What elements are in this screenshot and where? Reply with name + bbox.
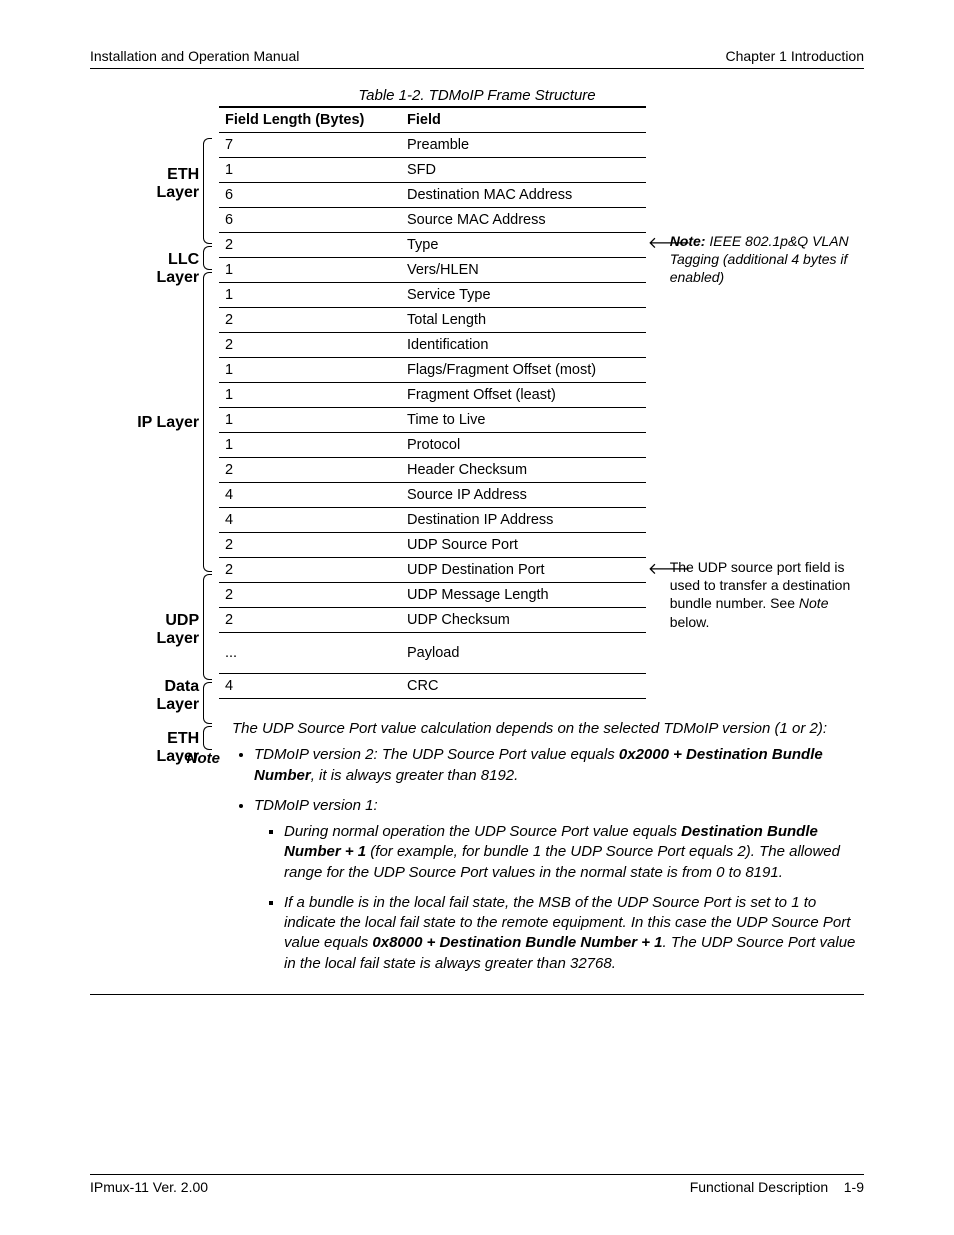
frame-table: Field Length (Bytes) Field 7Preamble 1SF… xyxy=(219,106,646,699)
footer-left: IPmux-11 Ver. 2.00 xyxy=(90,1179,208,1195)
brace-udp xyxy=(203,574,212,680)
frame-structure: ETH Layer LLC Layer IP Layer UDP Layer D… xyxy=(90,106,864,699)
table-row: ...Payload xyxy=(219,633,646,674)
col-header-field: Field xyxy=(401,107,646,133)
table-row: 7Preamble xyxy=(219,133,646,158)
table-row: 1Vers/HLEN xyxy=(219,258,646,283)
brace-llc xyxy=(203,246,212,270)
list-item: If a bundle is in the local fail state, … xyxy=(284,893,864,974)
header-right: Chapter 1 Introduction xyxy=(725,48,864,64)
udp-note-italic: Note xyxy=(799,595,829,611)
table-row: 6Destination MAC Address xyxy=(219,183,646,208)
brace-data xyxy=(203,682,212,724)
table-row: 2UDP Checksum xyxy=(219,608,646,633)
table-row: 1Service Type xyxy=(219,283,646,308)
page-footer: IPmux-11 Ver. 2.00 Functional Descriptio… xyxy=(90,1174,864,1195)
udp-note-tail: below. xyxy=(670,614,710,630)
table-row: 2Total Length xyxy=(219,308,646,333)
brace-ip xyxy=(203,272,212,572)
table-row: 4Source IP Address xyxy=(219,483,646,508)
table-row: 1Protocol xyxy=(219,433,646,458)
table-row: 2UDP Destination Port xyxy=(219,558,646,583)
arrow-left-icon: 🡐 xyxy=(648,234,691,255)
header-left: Installation and Operation Manual xyxy=(90,48,299,64)
layer-label-ip: IP Layer xyxy=(137,414,199,432)
table-row: 2UDP Message Length xyxy=(219,583,646,608)
table-row: 6Source MAC Address xyxy=(219,208,646,233)
layer-label-eth2: ETH Layer xyxy=(156,730,199,767)
note-block: Note The UDP Source Port value calculati… xyxy=(90,719,864,995)
layer-label-udp: UDP Layer xyxy=(156,612,199,649)
table-row: 4Destination IP Address xyxy=(219,508,646,533)
list-item: TDMoIP version 1: During normal operatio… xyxy=(254,796,864,974)
table-row: 1Fragment Offset (least) xyxy=(219,383,646,408)
brace-eth2 xyxy=(203,726,212,750)
col-header-length: Field Length (Bytes) xyxy=(219,107,401,133)
brace-eth xyxy=(203,138,212,244)
note-intro: The UDP Source Port value calculation de… xyxy=(232,719,864,739)
page: Installation and Operation Manual Chapte… xyxy=(0,0,954,1235)
table-row: 2Identification xyxy=(219,333,646,358)
arrow-left-icon: 🡐 xyxy=(648,560,691,581)
layer-label-eth: ETH Layer xyxy=(156,166,199,203)
table-row: 1SFD xyxy=(219,158,646,183)
table-row: 2Type xyxy=(219,233,646,258)
list-item: During normal operation the UDP Source P… xyxy=(284,822,864,883)
layer-label-llc: LLC Layer xyxy=(156,251,199,288)
layer-label-data: Data Layer xyxy=(156,678,199,715)
page-header: Installation and Operation Manual Chapte… xyxy=(90,48,864,69)
udp-annotation: 🡐 The UDP source port field is used to t… xyxy=(670,558,864,631)
table-row: 2Header Checksum xyxy=(219,458,646,483)
table-row: 2UDP Source Port xyxy=(219,533,646,558)
vlan-annotation: 🡐 Note: IEEE 802.1p&Q VLAN Tagging (addi… xyxy=(670,232,864,287)
footer-right: Functional Description 1-9 xyxy=(690,1179,864,1195)
table-row: 1Flags/Fragment Offset (most) xyxy=(219,358,646,383)
table-row: 4CRC xyxy=(219,674,646,699)
note-body: The UDP Source Port value calculation de… xyxy=(232,719,864,984)
table-row: 1Time to Live xyxy=(219,408,646,433)
list-item: TDMoIP version 2: The UDP Source Port va… xyxy=(254,745,864,786)
table-caption: Table 1-2. TDMoIP Frame Structure xyxy=(90,87,864,104)
